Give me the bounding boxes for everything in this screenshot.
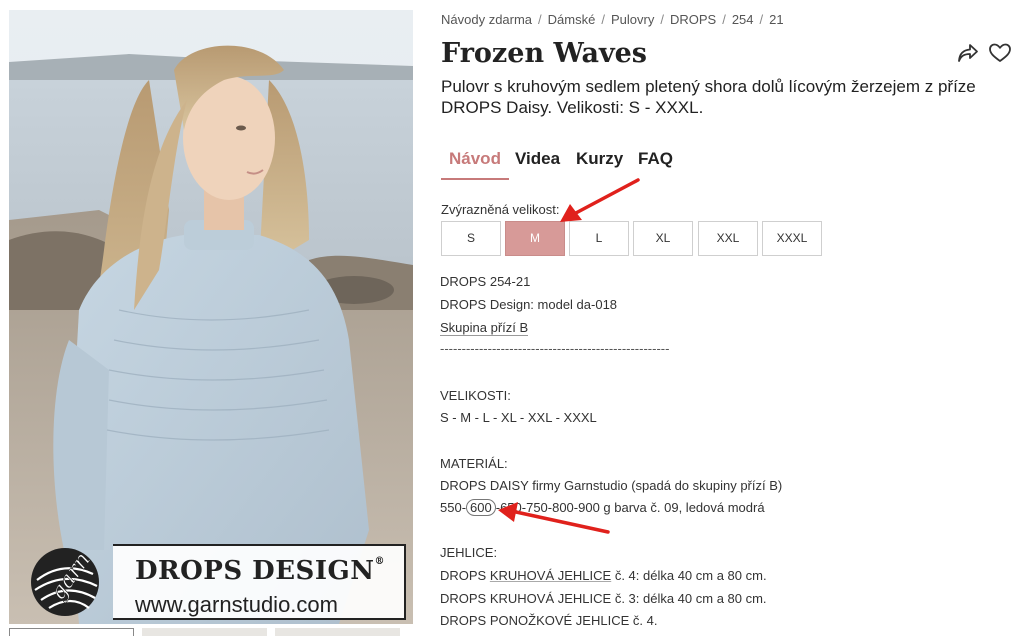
amount-prefix: 550- [440, 500, 467, 515]
heart-icon[interactable] [988, 42, 1014, 66]
breadcrumb-item[interactable]: 254 [732, 12, 754, 27]
material-line: DROPS DAISY firmy Garnstudio (spadá do s… [440, 478, 783, 493]
breadcrumb-item[interactable]: Návody zdarma [441, 12, 532, 27]
size-button-s[interactable]: S [441, 221, 501, 256]
breadcrumb-separator: / [759, 12, 764, 27]
divider: ----------------------------------------… [440, 341, 670, 356]
needle-line: DROPS KRUHOVÁ JEHLICE č. 3: délka 40 cm … [440, 591, 767, 606]
needle-line: DROPS PONOŽKOVÉ JEHLICE č. 4. [440, 613, 658, 628]
thumbnail-strip [9, 628, 413, 636]
garnstudio-logo: garn [31, 548, 99, 616]
material-heading: MATERIÁL: [440, 456, 508, 471]
share-icon[interactable] [956, 42, 982, 66]
amount-suffix: -650-750-800-900 g barva č. 09, ledová m… [495, 500, 765, 515]
size-selector-label: Zvýrazněná velikost: [441, 202, 560, 217]
tab-faq[interactable]: FAQ [630, 148, 681, 180]
yarn-amount-line: 550- 600 -650-750-800-900 g barva č. 09, l… [440, 499, 765, 516]
sweater-model-photo [9, 10, 413, 624]
tab-videa[interactable]: Videa [507, 148, 568, 180]
size-button-m[interactable]: M [505, 221, 565, 256]
sizes-heading: VELIKOSTI: [440, 388, 511, 403]
pattern-subtitle: Pulovr s kruhovým sedlem pletený shora d… [441, 77, 976, 117]
breadcrumb-item[interactable]: DROPS [670, 12, 716, 27]
thumbnail[interactable] [9, 628, 134, 636]
breadcrumb-item[interactable]: Dámské [548, 12, 596, 27]
breadcrumb-item[interactable]: Pulovry [611, 12, 654, 27]
drops-design-banner: DROPS DESIGN® www.garnstudio.com [113, 544, 406, 620]
breadcrumb-separator: / [601, 12, 605, 27]
breadcrumb: Návody zdarma / Dámské / Pulovry / DROPS / 254 / 2… [441, 12, 784, 27]
pattern-design: DROPS Design: model da-018 [440, 297, 618, 312]
highlighted-amount: 600 [466, 499, 496, 516]
size-button-xxxl[interactable]: XXXL [762, 221, 822, 256]
size-button-xl[interactable]: XL [633, 221, 693, 256]
annotation-arrow-icon [560, 178, 640, 222]
tab-navod[interactable]: Návod [441, 148, 509, 180]
brand-title: DROPS DESIGN® [135, 556, 385, 586]
breadcrumb-separator: / [660, 12, 664, 27]
yarn-group-link[interactable]: Skupina přízí B [440, 320, 529, 336]
breadcrumb-separator: / [538, 12, 542, 27]
size-button-l[interactable]: L [569, 221, 629, 256]
yarn-group-row: Skupina přízí B [440, 320, 529, 336]
brand-url: www.garnstudio.com [135, 592, 338, 617]
breadcrumb-item[interactable]: 21 [769, 12, 783, 27]
needle-line: DROPS KRUHOVÁ JEHLICE č. 4: délka 40 cm … [440, 568, 767, 583]
product-photo[interactable]: garn DROPS DESIGN® www.garnstudio.com [9, 10, 413, 624]
thumbnail[interactable] [142, 628, 267, 636]
size-button-xxl[interactable]: XXL [698, 221, 758, 256]
sizes-list: S - M - L - XL - XXL - XXXL [440, 410, 597, 425]
tab-kurzy[interactable]: Kurzy [568, 148, 631, 180]
circular-needle-link[interactable]: KRUHOVÁ JEHLICE [490, 568, 611, 583]
page-title: Frozen Waves [441, 38, 648, 69]
thumbnail[interactable] [275, 628, 400, 636]
breadcrumb-separator: / [722, 12, 726, 27]
pattern-code: DROPS 254-21 [440, 274, 531, 289]
needles-heading: JEHLICE: [440, 545, 498, 560]
